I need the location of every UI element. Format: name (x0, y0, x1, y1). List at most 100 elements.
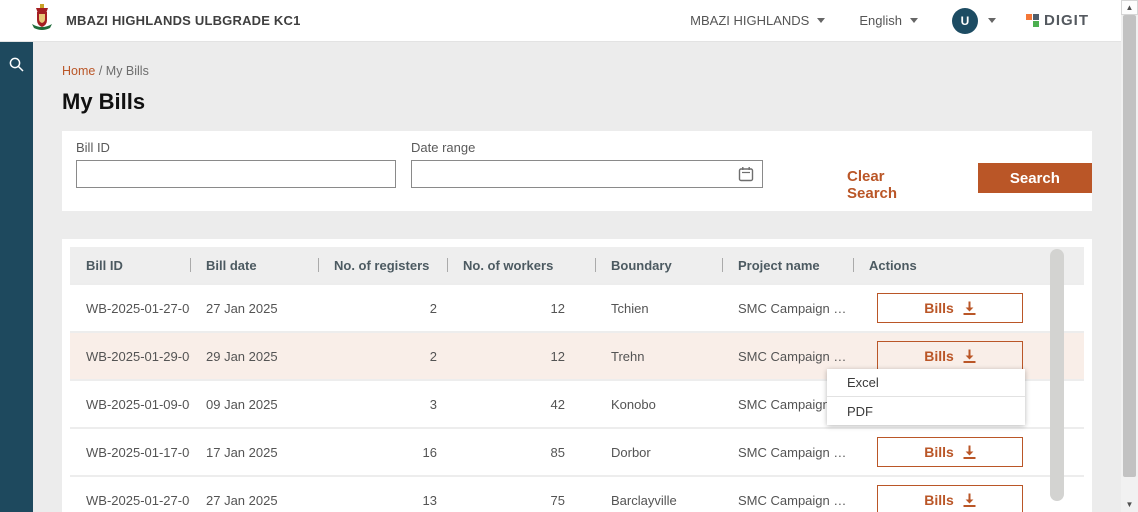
digit-logo-text: DIGIT (1044, 12, 1089, 29)
bills-download-button[interactable]: Bills (877, 293, 1023, 323)
top-bar: MBAZI HIGHLANDS ULBGRADE KC1 MBAZI HIGHL… (0, 0, 1121, 42)
cell-bill-id: WB-2025-01-09-000073 (70, 397, 190, 412)
clear-search-link[interactable]: Clear Search (847, 168, 936, 202)
cell-registers: 2 (318, 349, 447, 364)
cell-boundary: Tchien (595, 301, 722, 316)
language-dropdown-label: English (859, 13, 902, 28)
digit-logo-icon (1026, 14, 1039, 27)
column-header-actions: Actions (853, 247, 1050, 283)
cell-workers: 12 (447, 349, 595, 364)
cell-bill-id: WB-2025-01-17-000102 (70, 445, 190, 460)
cell-boundary: Dorbor (595, 445, 722, 460)
cell-actions: Bills (853, 485, 1050, 512)
breadcrumb-home-link[interactable]: Home (62, 64, 95, 78)
bills-download-button[interactable]: Bills (877, 341, 1023, 371)
table-scrollbar-thumb[interactable] (1050, 249, 1064, 501)
cell-actions: Bills (853, 341, 1050, 371)
bills-button-label: Bills (924, 444, 954, 460)
cell-actions: Bills (853, 437, 1050, 467)
cell-workers: 85 (447, 445, 595, 460)
cell-workers: 42 (447, 397, 595, 412)
bill-id-field-group: Bill ID (76, 140, 396, 188)
bills-table: Bill ID Bill date No. of registers No. o… (62, 239, 1092, 512)
table-header-row: Bill ID Bill date No. of registers No. o… (70, 247, 1084, 283)
app-title: MBAZI HIGHLANDS ULBGRADE KC1 (66, 13, 301, 28)
city-dropdown[interactable]: MBAZI HIGHLANDS (690, 13, 825, 28)
cell-project: SMC Campaign Paym... (722, 349, 853, 364)
cell-bill-id: WB-2025-01-27-000108 (70, 493, 190, 508)
calendar-icon[interactable] (738, 166, 754, 187)
cell-bill-date: 27 Jan 2025 (190, 493, 318, 508)
language-dropdown[interactable]: English (859, 13, 918, 28)
column-header-registers: No. of registers (318, 247, 447, 283)
cell-bill-id: WB-2025-01-29-000123 (70, 349, 190, 364)
column-header-boundary: Boundary (595, 247, 722, 283)
cell-workers: 12 (447, 301, 595, 316)
download-icon (963, 301, 976, 315)
download-menu: ExcelPDF (827, 369, 1025, 425)
cell-bill-date: 17 Jan 2025 (190, 445, 318, 460)
table-row[interactable]: WB-2025-01-17-000102 17 Jan 2025 16 85 D… (70, 427, 1084, 475)
date-range-field-group: Date range (411, 140, 763, 188)
cell-project: SMC Campaign Paym... (722, 301, 853, 316)
cell-bill-id: WB-2025-01-27-000118 (70, 301, 190, 316)
cell-registers: 3 (318, 397, 447, 412)
search-button[interactable]: Search (978, 163, 1092, 193)
breadcrumb-separator: / (99, 64, 106, 78)
cell-bill-date: 09 Jan 2025 (190, 397, 318, 412)
search-icon (8, 56, 25, 73)
scroll-down-button[interactable]: ▼ (1121, 497, 1138, 512)
bill-id-label: Bill ID (76, 140, 396, 155)
avatar[interactable]: U (952, 8, 978, 34)
bills-button-label: Bills (924, 300, 954, 316)
cell-bill-date: 29 Jan 2025 (190, 349, 318, 364)
chevron-down-icon (910, 18, 918, 23)
cell-registers: 13 (318, 493, 447, 508)
column-header-project: Project name (722, 247, 853, 283)
cell-project: SMC Campaign Paym... (722, 445, 853, 460)
breadcrumb-current: My Bills (106, 64, 149, 78)
main-content: Home / My Bills My Bills Bill ID Date ra… (33, 42, 1121, 512)
sidebar (0, 42, 33, 512)
breadcrumb: Home / My Bills (62, 64, 1092, 78)
city-dropdown-label: MBAZI HIGHLANDS (690, 13, 809, 28)
download-menu-item-pdf[interactable]: PDF (827, 397, 1025, 425)
table-row[interactable]: WB-2025-01-27-000118 27 Jan 2025 2 12 Tc… (70, 283, 1084, 331)
scroll-up-button[interactable]: ▲ (1121, 0, 1138, 15)
bills-button-label: Bills (924, 492, 954, 508)
chevron-down-icon (817, 18, 825, 23)
state-emblem-logo (30, 4, 54, 37)
cell-project: SMC Campaign Paym... (722, 493, 853, 508)
cell-registers: 2 (318, 301, 447, 316)
cell-boundary: Barclayville (595, 493, 722, 508)
column-header-workers: No. of workers (447, 247, 595, 283)
cell-registers: 16 (318, 445, 447, 460)
page-scrollbar-thumb[interactable] (1123, 15, 1136, 477)
cell-actions: Bills (853, 293, 1050, 323)
date-range-label: Date range (411, 140, 763, 155)
download-menu-item-excel[interactable]: Excel (827, 369, 1025, 397)
bill-id-input[interactable] (76, 160, 396, 188)
page-scrollbar[interactable]: ▲ ▼ (1121, 0, 1138, 512)
column-header-bill-date: Bill date (190, 247, 318, 283)
cell-boundary: Konobo (595, 397, 722, 412)
bills-button-label: Bills (924, 348, 954, 364)
chevron-down-icon (988, 18, 996, 23)
cell-bill-date: 27 Jan 2025 (190, 301, 318, 316)
top-bar-right: MBAZI HIGHLANDS English U DIGIT (690, 8, 1089, 34)
user-menu[interactable]: U (952, 8, 996, 34)
column-header-bill-id: Bill ID (70, 247, 190, 283)
date-range-input[interactable] (411, 160, 763, 188)
cell-boundary: Trehn (595, 349, 722, 364)
sidebar-search-button[interactable] (0, 56, 33, 73)
page-title: My Bills (62, 89, 1092, 115)
download-icon (963, 349, 976, 363)
download-icon (963, 493, 976, 507)
digit-logo: DIGIT (1026, 12, 1089, 29)
search-panel: Bill ID Date range Clear Search Search (62, 131, 1092, 211)
bills-download-button[interactable]: Bills (877, 485, 1023, 512)
download-icon (963, 445, 976, 459)
table-row[interactable]: WB-2025-01-27-000108 27 Jan 2025 13 75 B… (70, 475, 1084, 512)
cell-workers: 75 (447, 493, 595, 508)
bills-download-button[interactable]: Bills (877, 437, 1023, 467)
